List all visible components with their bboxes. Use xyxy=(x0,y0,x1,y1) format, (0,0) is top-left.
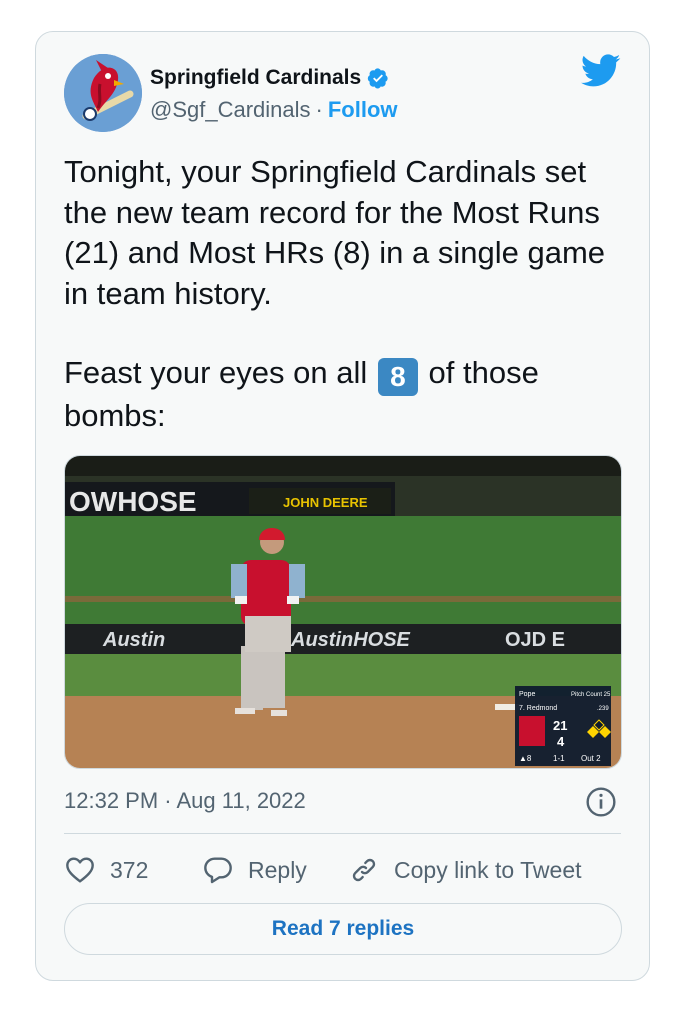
cardinal-logo-icon xyxy=(64,54,142,132)
tweet-text: Tonight, your Springfield Cardinals set … xyxy=(64,154,606,311)
wall-sign-ojd: OJD E xyxy=(505,629,565,651)
reply-bubble-icon xyxy=(204,857,232,884)
author-name[interactable]: Springfield Cardinals xyxy=(150,66,361,90)
avatar[interactable] xyxy=(64,54,142,132)
copy-link-label: Copy link to Tweet xyxy=(394,856,582,883)
separator: · xyxy=(315,97,323,122)
text-fragment: Feast your eyes on all xyxy=(64,355,376,390)
reply-button[interactable]: Reply xyxy=(202,854,348,886)
read-replies-button[interactable]: Read 7 replies xyxy=(64,903,622,955)
link-icon xyxy=(352,858,376,882)
scorebug-pitcher: Pope xyxy=(519,691,535,698)
tweet-card: Springfield Cardinals @Sgf_Cardinals · F… xyxy=(35,31,650,981)
wall-sign-austinhose: AustinHOSE xyxy=(290,629,411,651)
scorebug: Pope Pitch Count 25 7. Redmond .239 21 4… xyxy=(515,686,611,766)
scorebug-inning: ▲8 xyxy=(519,754,532,763)
tweet-text-second-paragraph: Feast your eyes on all 8 of those bombs: xyxy=(64,353,634,437)
author-block: Springfield Cardinals @Sgf_Cardinals · F… xyxy=(150,65,398,123)
like-count: 372 xyxy=(110,856,149,883)
tweet-timestamp[interactable]: 12:32 PM · Aug 11, 2022 xyxy=(64,788,306,814)
scorebug-pitch-count: Pitch Count 25 xyxy=(571,692,611,698)
keycap-8-emoji: 8 xyxy=(377,358,418,396)
follow-button[interactable]: Follow xyxy=(328,97,398,123)
scorebug-home-score: 21 xyxy=(553,718,567,733)
verified-badge-icon xyxy=(368,68,388,89)
like-button[interactable]: 372 xyxy=(64,854,184,886)
heart-icon xyxy=(66,857,94,883)
wall-sign-austin: Austin xyxy=(102,629,165,651)
scorebug-count: 1-1 xyxy=(553,754,565,763)
action-bar: 372 Reply Copy link to Tweet xyxy=(64,850,582,890)
reply-label: Reply xyxy=(248,856,307,883)
video-frame: OWHOSE JOHN DEERE Austin AustinHOSE OJD … xyxy=(65,456,621,768)
sign-text-john-deere: JOHN DEERE xyxy=(283,495,368,510)
divider xyxy=(64,833,621,834)
sign-text-owhose: OWHOSE xyxy=(69,486,197,517)
scorebug-away-score: 4 xyxy=(557,734,565,749)
twitter-bird-icon[interactable] xyxy=(581,54,621,88)
scorebug-batter: 7. Redmond xyxy=(519,705,557,712)
author-handle[interactable]: @Sgf_Cardinals xyxy=(150,97,311,123)
video-media[interactable]: OWHOSE JOHN DEERE Austin AustinHOSE OJD … xyxy=(64,455,622,769)
info-icon[interactable] xyxy=(585,786,617,818)
scorebug-batter-avg: .239 xyxy=(597,706,609,712)
scorebug-outs: Out 2 xyxy=(581,754,601,763)
copy-link-button[interactable]: Copy link to Tweet xyxy=(348,854,582,886)
